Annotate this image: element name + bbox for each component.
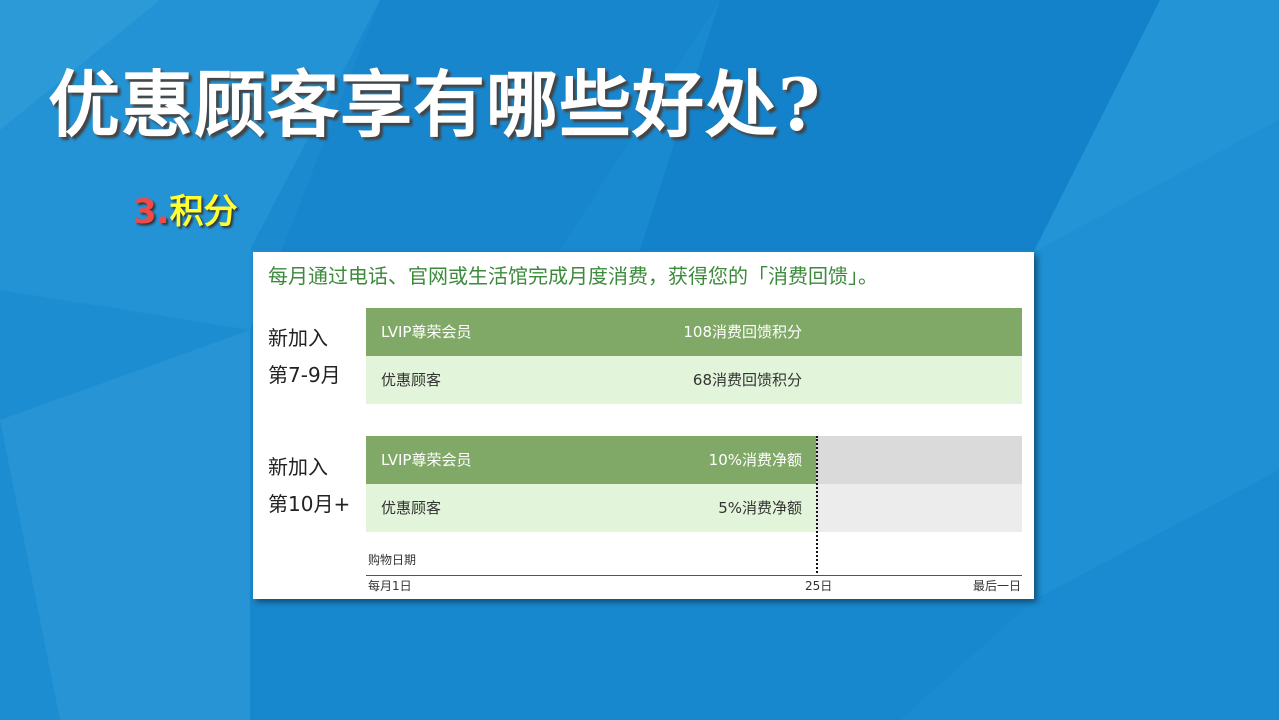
row-reward-value: 5%消费净额 (718, 499, 802, 517)
axis-tick-cutoff: 25日 (805, 579, 833, 593)
row-reward-value: 68消费回馈积分 (692, 371, 802, 389)
date-axis-line (366, 575, 1022, 576)
row-member-type: 优惠顾客 (381, 371, 442, 389)
axis-title: 购物日期 (368, 553, 417, 567)
row-member-type: 优惠顾客 (381, 499, 442, 517)
section-number: 3. (133, 192, 170, 232)
row-lvip-month-10-plus: LVIP尊荣会员 10%消费净额 (366, 436, 816, 484)
group-label-line: 新加入 (268, 326, 328, 350)
slide-title: 优惠顾客享有哪些好处? (48, 62, 822, 147)
row-member-type: LVIP尊荣会员 (381, 323, 472, 341)
row-lvip-months-7-9: LVIP尊荣会员 108消费回馈积分 (366, 308, 1022, 356)
group-label-line: 第7-9月 (268, 363, 341, 387)
axis-tick-start: 每月1日 (368, 579, 412, 593)
axis-tick-end: 最后一日 (973, 579, 1022, 593)
group-label-month-10-plus: 新加入 第10月+ (268, 449, 350, 523)
row-preferred-month-10-plus: 优惠顾客 5%消费净额 (366, 484, 816, 532)
points-panel: 每月通过电话、官网或生活馆完成月度消费，获得您的「消费回馈」。 新加入 第7-9… (253, 252, 1034, 599)
cutoff-marker (816, 436, 818, 573)
row-preferred-months-7-9: 优惠顾客 68消费回馈积分 (366, 356, 1022, 404)
row-reward-value: 108消费回馈积分 (683, 323, 802, 341)
panel-intro: 每月通过电话、官网或生活馆完成月度消费，获得您的「消费回馈」。 (268, 264, 878, 288)
group-label-line: 新加入 (268, 455, 328, 479)
group-label-line: 第10月+ (268, 492, 351, 516)
group-label-months-7-9: 新加入 第7-9月 (268, 320, 341, 394)
row-reward-value: 10%消费净额 (708, 451, 802, 469)
row-member-type: LVIP尊荣会员 (381, 451, 472, 469)
section-heading: 3.积分 (133, 184, 238, 233)
section-title: 积分 (169, 192, 238, 232)
